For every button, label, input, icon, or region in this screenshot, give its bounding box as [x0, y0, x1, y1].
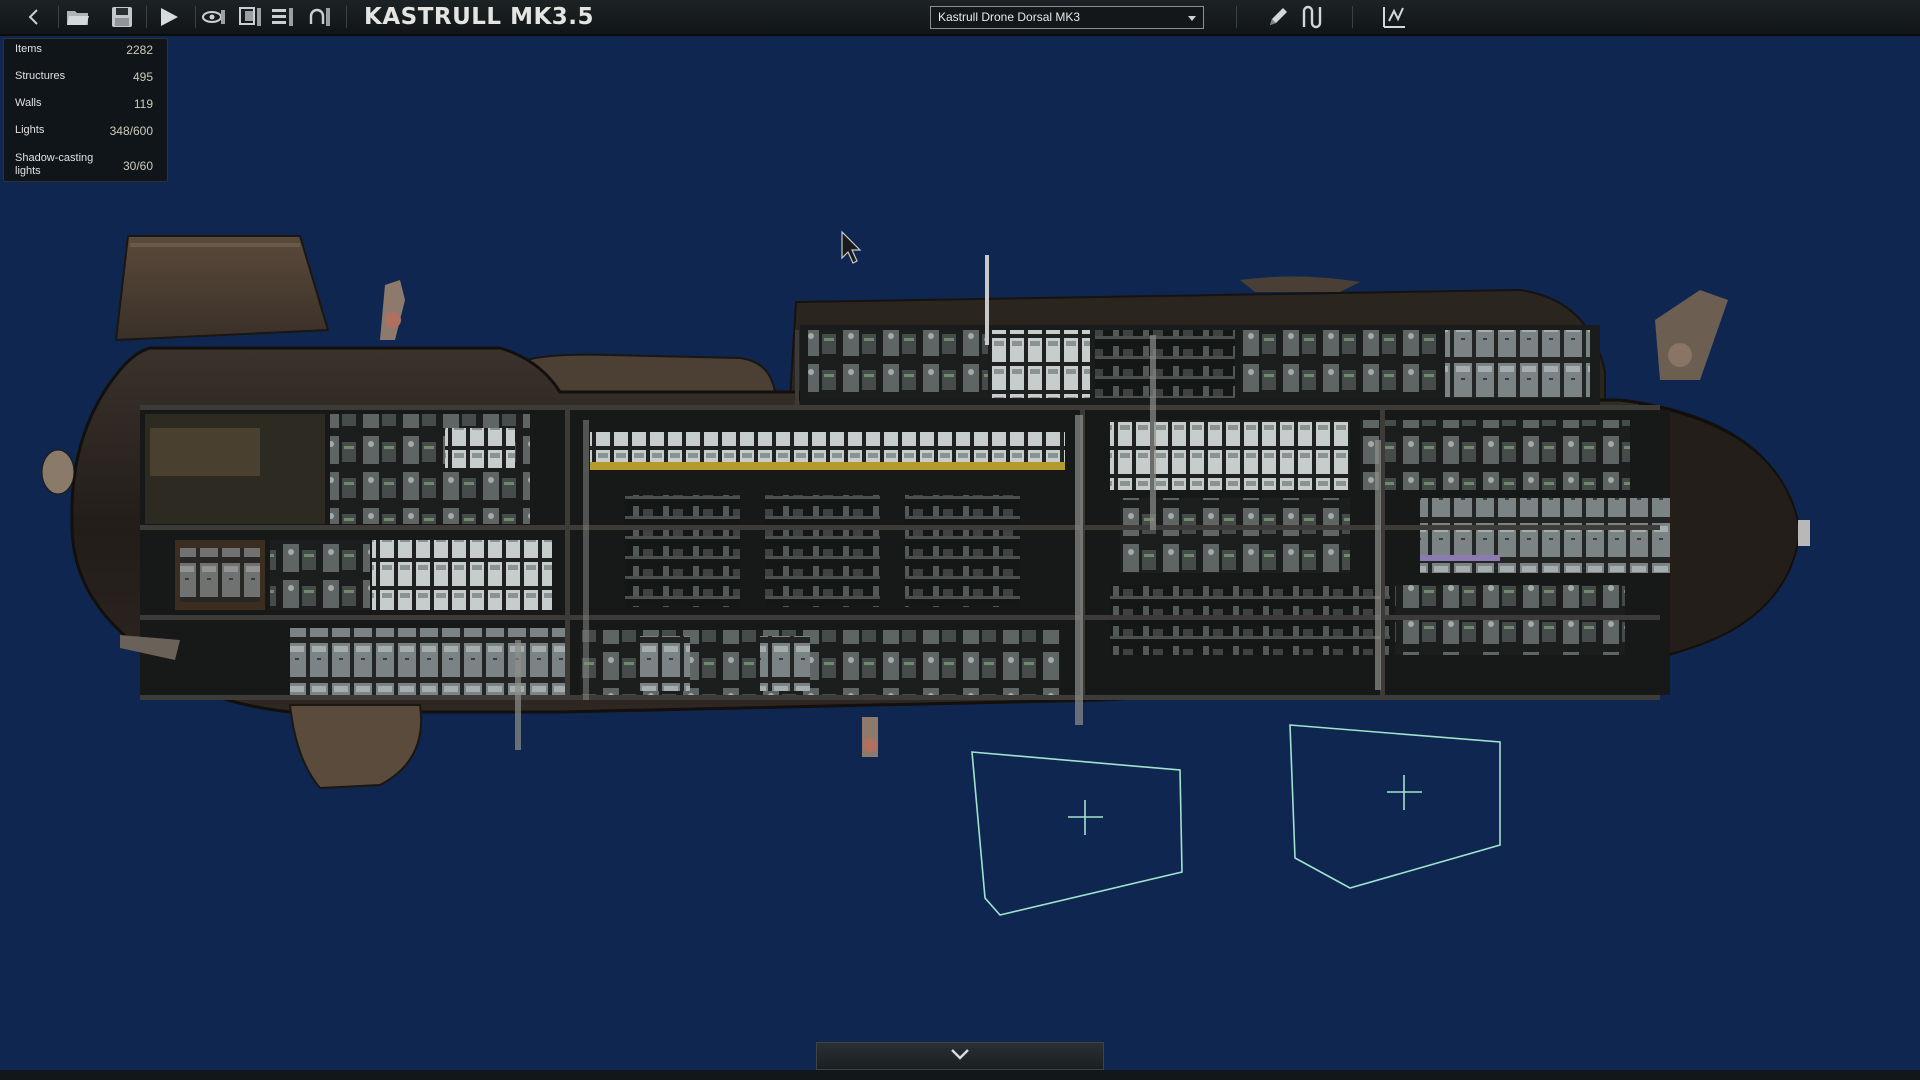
submarine-canvas[interactable]: [0, 0, 1920, 1080]
docking-port-2[interactable]: [1289, 724, 1501, 889]
mouse-cursor-icon: [841, 230, 862, 264]
collapse-panel-button[interactable]: [816, 1042, 1104, 1070]
docking-port-1[interactable]: [971, 751, 1183, 916]
chevron-down-icon: [950, 1047, 970, 1065]
bottom-bar: [0, 1070, 1920, 1080]
